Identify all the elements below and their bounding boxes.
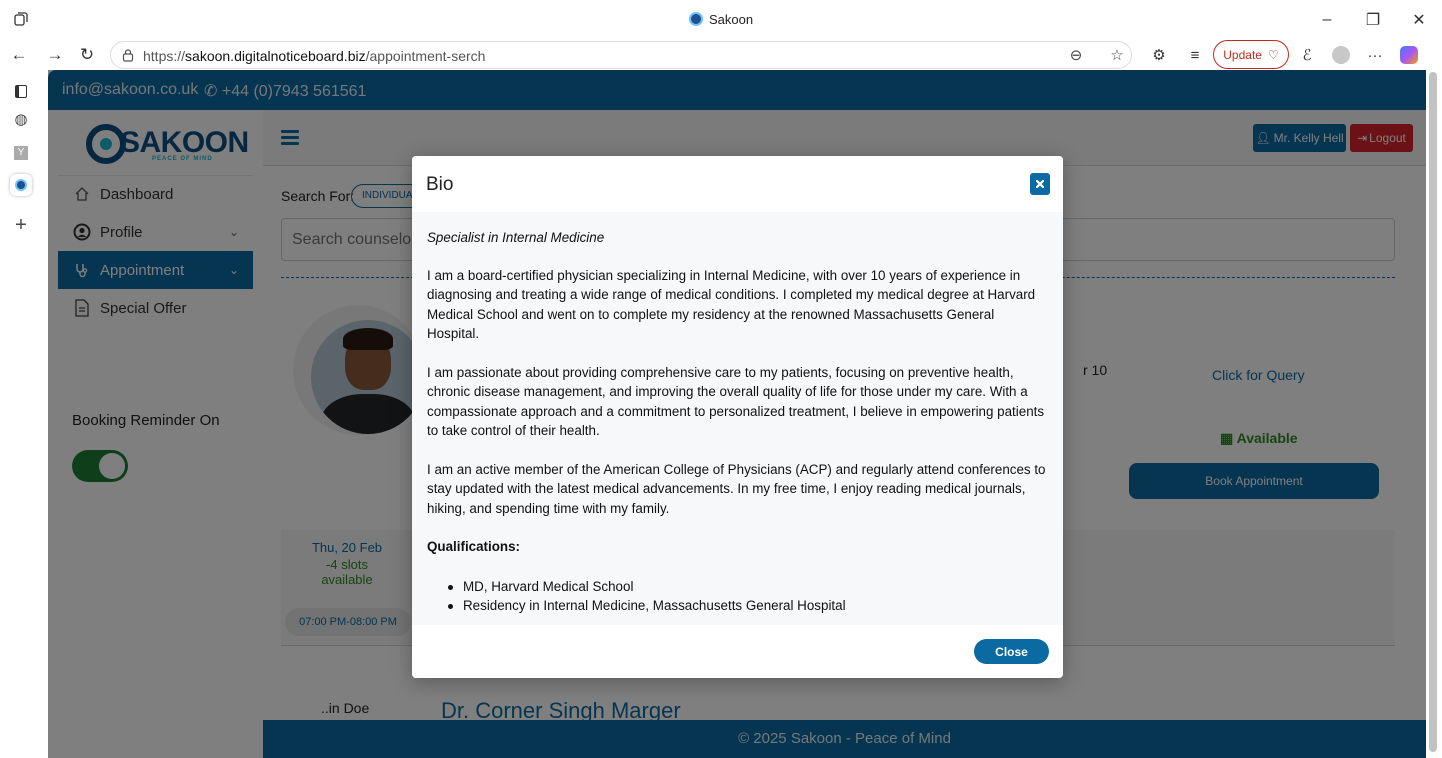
bio-paragraph: I am a board-certified physician special…: [427, 267, 1036, 342]
qualification-item: MD, Harvard Medical School: [448, 577, 1049, 597]
globe-tab-icon[interactable]: ◍: [10, 108, 32, 130]
browser-title-text: Sakoon: [708, 12, 754, 27]
copilot-icon[interactable]: [1398, 44, 1420, 66]
extensions-icon[interactable]: ⚙: [1148, 44, 1170, 66]
favorites-icon[interactable]: ≡: [1184, 44, 1206, 66]
sakoon-tab-icon[interactable]: [10, 174, 32, 196]
lock-icon: [122, 49, 134, 62]
window-controls: – ❐ ✕: [1304, 0, 1442, 40]
browser-titlebar: Sakoon – ❐ ✕: [0, 0, 1442, 40]
sakoon-favicon-icon: [688, 12, 703, 26]
back-icon[interactable]: ←: [8, 44, 30, 66]
favorite-star-icon[interactable]: ☆: [1107, 46, 1127, 66]
bio-paragraph: I am an active member of the American Co…: [427, 461, 1046, 516]
qualification-item: Residency in Internal Medicine, Massachu…: [448, 596, 1049, 616]
read-aloud-icon[interactable]: ⊖: [1066, 46, 1086, 66]
refresh-icon[interactable]: ↻: [76, 44, 98, 66]
heart-icon: ♡: [1267, 47, 1279, 62]
bio-paragraph: I am passionate about providing comprehe…: [427, 364, 1045, 439]
modal-close-x-button[interactable]: [1030, 173, 1050, 195]
modal-header: Bio: [412, 156, 1063, 212]
bio-modal: Bio Specialist in Internal Medicine I am…: [412, 156, 1063, 678]
update-button[interactable]: Update ♡: [1213, 40, 1289, 69]
url-text: https://sakoon.digitalnoticeboard.biz/ap…: [143, 48, 486, 64]
qualifications-list: MD, Harvard Medical School Residency in …: [448, 577, 1049, 616]
browser-vertical-tabs: ◍ Y +: [0, 70, 48, 758]
browser-avatar-icon[interactable]: [1330, 44, 1352, 66]
new-tab-icon[interactable]: +: [10, 214, 32, 236]
address-bar[interactable]: https://sakoon.digitalnoticeboard.biz/ap…: [110, 41, 1132, 69]
qualifications-heading: Qualifications:: [427, 539, 521, 554]
scrollbar-thumb[interactable]: [1429, 72, 1437, 752]
modal-footer: Close: [412, 625, 1063, 678]
close-button[interactable]: Close: [974, 639, 1049, 664]
close-icon: [1035, 179, 1045, 189]
close-window-icon[interactable]: ✕: [1396, 0, 1442, 40]
modal-body: Specialist in Internal Medicine I am a b…: [412, 212, 1063, 625]
sidebar-toggle-icon[interactable]: [10, 80, 32, 102]
minimize-icon[interactable]: –: [1304, 0, 1350, 40]
y-tab-icon[interactable]: Y: [10, 142, 32, 164]
bio-subtitle: Specialist in Internal Medicine: [427, 230, 605, 245]
profile-link-icon[interactable]: ℰ: [1296, 44, 1318, 66]
browser-toolbar: ← → ↻ https://sakoon.digitalnoticeboard.…: [0, 40, 1442, 70]
forward-icon[interactable]: →: [44, 44, 66, 66]
browser-title: Sakoon: [0, 12, 1442, 27]
modal-title: Bio: [426, 174, 454, 195]
more-options-icon[interactable]: ···: [1364, 44, 1386, 66]
restore-icon[interactable]: ❐: [1350, 0, 1396, 40]
